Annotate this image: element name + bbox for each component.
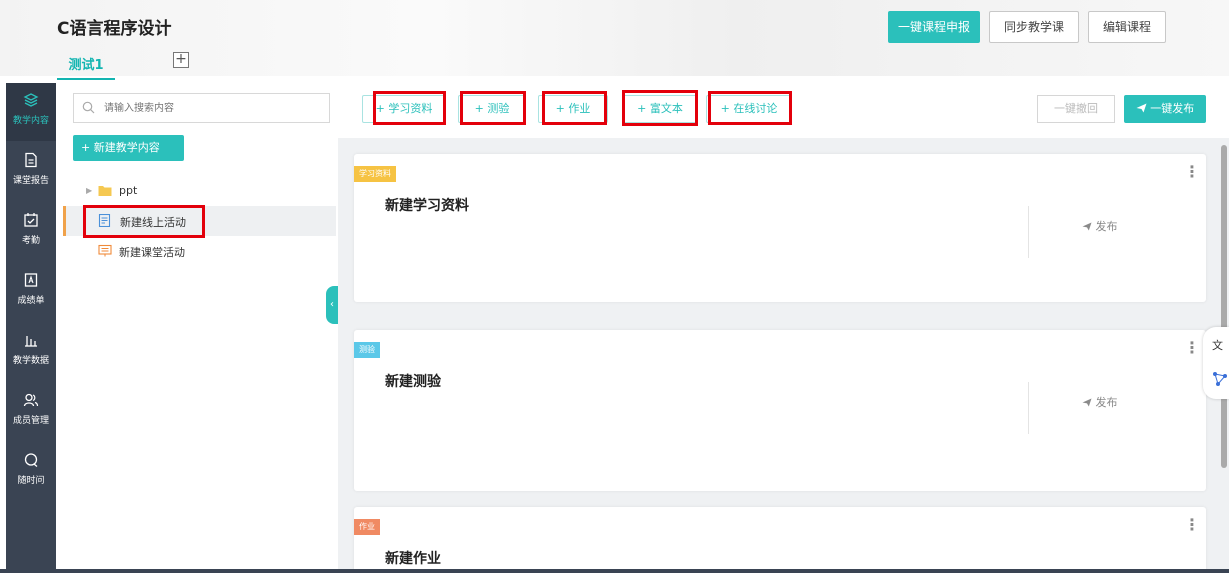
more-options-icon[interactable]: ⋮ [1184, 517, 1200, 533]
highlight-box [542, 91, 607, 125]
send-icon [1082, 222, 1092, 231]
card-title: 新建作业 [385, 551, 441, 567]
search-icon [82, 101, 95, 114]
content-card[interactable]: 学习资料 新建学习资料 发布 ⋮ [354, 154, 1206, 302]
declare-course-button[interactable]: 一键课程申报 [888, 11, 980, 43]
publish-label: 发布 [1095, 396, 1118, 409]
floating-toolbox[interactable]: 文 [1203, 327, 1229, 399]
members-icon [23, 393, 39, 407]
new-teaching-content-button[interactable]: + 新建教学内容 [73, 135, 184, 161]
highlight-box [373, 91, 446, 125]
layers-icon [23, 93, 39, 107]
calendar-check-icon [24, 213, 38, 227]
type-tag: 学习资料 [354, 166, 396, 182]
retract-all-button[interactable]: 一键撤回 [1037, 95, 1115, 123]
nav-label: 教学内容 [12, 116, 49, 126]
publish-all-button[interactable]: 一键发布 [1124, 95, 1206, 123]
collapse-panel-button[interactable]: ‹ [326, 286, 338, 324]
publish-label: 发布 [1095, 220, 1118, 233]
nav-label: 教学数据 [12, 356, 49, 366]
left-nav: 教学内容 课堂报告 考勤 成绩单 教学数据 成员管理 随时问 [6, 83, 56, 570]
expand-caret-icon[interactable]: ▶ [86, 186, 92, 195]
type-tag: 测验 [354, 342, 380, 358]
more-options-icon[interactable]: ⋮ [1184, 340, 1200, 356]
nav-item-attendance[interactable]: 考勤 [6, 203, 56, 261]
card-title: 新建学习资料 [385, 198, 469, 214]
send-icon [1136, 103, 1147, 113]
card-publish-button[interactable]: 发布 [1082, 394, 1118, 410]
card-divider [1028, 206, 1029, 258]
nav-item-class-report[interactable]: 课堂报告 [6, 143, 56, 201]
search-box [73, 93, 330, 123]
main-content: + 学习资料 + 测验 + 作业 + 富文本 + 在线讨论 一键撤回 一键发布 … [338, 76, 1229, 573]
add-tab-button[interactable]: + [173, 52, 189, 68]
chat-icon [24, 453, 38, 467]
highlight-box [83, 205, 205, 238]
bottom-border [0, 569, 1229, 573]
tree-item-label: 新建课堂活动 [119, 246, 185, 259]
sync-course-button[interactable]: 同步教学课 [989, 11, 1079, 43]
grade-sheet-icon [24, 273, 38, 287]
nav-label: 成绩单 [17, 296, 45, 306]
content-card[interactable]: 作业 新建作业 ⋮ [354, 507, 1206, 573]
course-title: C语言程序设计 [57, 19, 172, 39]
edit-course-button[interactable]: 编辑课程 [1088, 11, 1166, 43]
nav-item-teaching-data[interactable]: 教学数据 [6, 323, 56, 381]
vertical-scrollbar[interactable] [1221, 145, 1227, 468]
nav-label: 随时问 [17, 476, 45, 486]
more-options-icon[interactable]: ⋮ [1184, 164, 1200, 180]
content-toolbar: + 学习资料 + 测验 + 作业 + 富文本 + 在线讨论 一键撤回 一键发布 [338, 76, 1229, 138]
highlight-box [708, 91, 792, 125]
card-publish-button[interactable]: 发布 [1082, 218, 1118, 234]
tab-test1[interactable]: 测试1 [57, 54, 115, 80]
card-divider [1028, 382, 1029, 434]
nav-label: 课堂报告 [12, 176, 49, 186]
content-tree-panel: + 新建教学内容 ▶ ppt 新建线上活动 新建课堂活动 [63, 83, 336, 570]
type-tag: 作业 [354, 519, 380, 535]
card-title: 新建测验 [385, 374, 441, 390]
bar-chart-icon [25, 336, 37, 347]
network-icon[interactable] [1212, 371, 1228, 387]
highlight-box [622, 90, 698, 126]
tree-item-class-activity[interactable]: 新建课堂活动 [63, 236, 336, 266]
nav-item-members[interactable]: 成员管理 [6, 383, 56, 441]
course-header: C语言程序设计 测试1 + 一键课程申报 同步教学课 编辑课程 [0, 0, 1229, 80]
publish-all-label: 一键发布 [1150, 102, 1195, 115]
nav-label: 考勤 [21, 236, 40, 246]
folder-icon [98, 186, 112, 196]
tree-item-ppt[interactable]: ▶ ppt [63, 176, 336, 206]
document-icon [25, 152, 37, 168]
tree-item-label: ppt [119, 184, 138, 197]
nav-item-gradebook[interactable]: 成绩单 [6, 263, 56, 321]
nav-item-ask-anytime[interactable]: 随时问 [6, 443, 56, 501]
nav-item-teaching-content[interactable]: 教学内容 [6, 83, 56, 141]
nav-label: 成员管理 [12, 416, 49, 426]
send-icon [1082, 398, 1092, 407]
search-input[interactable] [102, 98, 322, 118]
svg-text:文: 文 [1212, 338, 1223, 352]
content-card[interactable]: 测验 新建测验 发布 ⋮ [354, 330, 1206, 491]
translate-icon[interactable]: 文 [1212, 337, 1228, 353]
highlight-box [460, 91, 526, 125]
class-activity-icon [98, 244, 112, 257]
